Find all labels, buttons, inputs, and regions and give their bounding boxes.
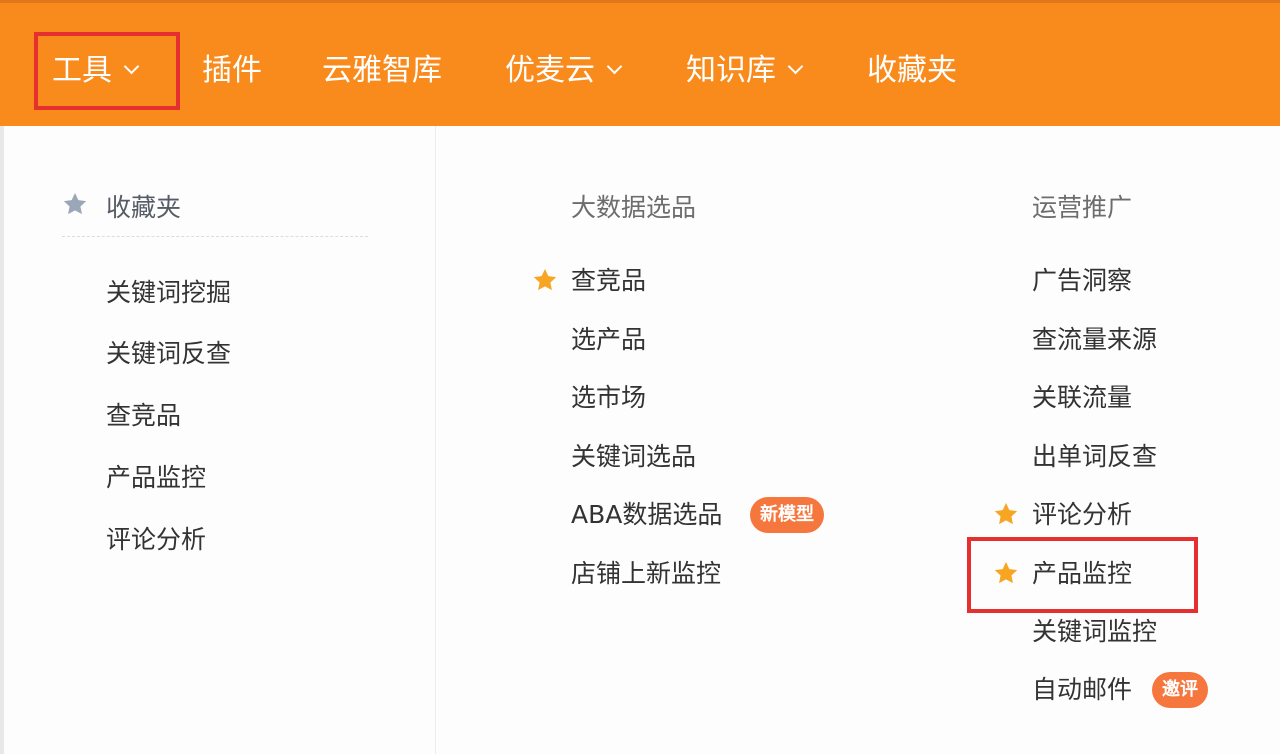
fav-item-competitor[interactable]: 查竞品 xyxy=(106,399,181,433)
favorites-title: 收藏夹 xyxy=(106,193,182,222)
nav-youmaiyun-label: 优麦云 xyxy=(505,53,595,88)
new-model-badge: 新模型 xyxy=(750,497,824,533)
star-icon xyxy=(63,192,87,215)
fav-item-keyword-mining[interactable]: 关键词挖掘 xyxy=(106,276,231,310)
ops-title: 运营推广 xyxy=(1032,193,1133,222)
star-icon[interactable] xyxy=(993,501,1019,527)
ops-item-related-traffic[interactable]: 关联流量 xyxy=(1032,381,1132,415)
ops-item-auto-email[interactable]: 自动邮件 xyxy=(1032,673,1132,707)
bigdata-item-select-product[interactable]: 选产品 xyxy=(571,323,646,357)
bigdata-item-keyword-select[interactable]: 关键词选品 xyxy=(571,440,696,474)
chevron-down-icon xyxy=(787,58,804,75)
nav-knowledge-menu[interactable]: 知识库 xyxy=(686,49,804,93)
ops-item-review-analysis[interactable]: 评论分析 xyxy=(1032,498,1132,532)
ops-item-order-keyword[interactable]: 出单词反查 xyxy=(1032,440,1157,474)
fav-item-keyword-reverse[interactable]: 关键词反查 xyxy=(106,337,231,371)
nav-yunya[interactable]: 云雅智库 xyxy=(322,49,442,93)
nav-youmaiyun-menu[interactable]: 优麦云 xyxy=(505,49,623,93)
review-invite-badge: 邀评 xyxy=(1152,672,1208,708)
divider-dotted xyxy=(62,236,368,237)
chevron-down-icon xyxy=(123,58,140,75)
bigdata-title: 大数据选品 xyxy=(571,193,697,222)
bigdata-item-store-monitor[interactable]: 店铺上新监控 xyxy=(571,557,721,591)
chevron-down-icon xyxy=(606,58,623,75)
nav-knowledge-label: 知识库 xyxy=(686,53,776,88)
ops-item-traffic-source[interactable]: 查流量来源 xyxy=(1032,323,1157,357)
nav-yunya-label: 云雅智库 xyxy=(322,53,442,88)
ops-item-product-monitor[interactable]: 产品监控 xyxy=(1032,557,1132,591)
nav-favorites-label: 收藏夹 xyxy=(867,53,957,88)
nav-plugins-label: 插件 xyxy=(202,53,262,88)
top-nav-bar: 工具 插件 云雅智库 优麦云 知识库 收藏夹 xyxy=(0,0,1280,126)
bigdata-item-select-market[interactable]: 选市场 xyxy=(571,381,646,415)
star-icon[interactable] xyxy=(532,267,558,293)
nav-favorites[interactable]: 收藏夹 xyxy=(867,49,957,93)
fav-item-review-analysis[interactable]: 评论分析 xyxy=(106,523,206,557)
star-icon[interactable] xyxy=(993,560,1019,586)
bigdata-item-competitor[interactable]: 查竞品 xyxy=(571,264,646,298)
fav-item-product-monitor[interactable]: 产品监控 xyxy=(106,461,206,495)
column-divider xyxy=(435,126,436,754)
ops-item-ad-insight[interactable]: 广告洞察 xyxy=(1032,264,1132,298)
nav-plugins[interactable]: 插件 xyxy=(202,49,262,93)
ops-item-keyword-monitor[interactable]: 关键词监控 xyxy=(1032,615,1157,649)
nav-tools-label: 工具 xyxy=(52,53,112,88)
nav-tools-menu[interactable]: 工具 xyxy=(52,49,140,93)
bigdata-item-aba-select[interactable]: ABA数据选品 xyxy=(571,498,722,532)
